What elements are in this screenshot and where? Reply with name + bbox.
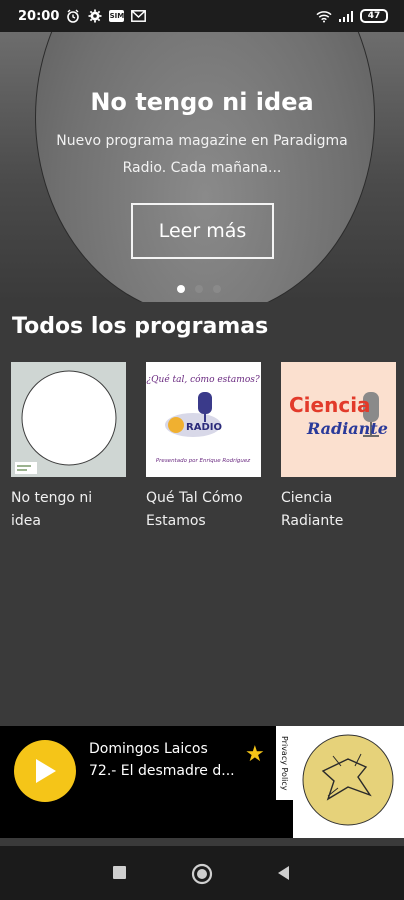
play-button[interactable] xyxy=(14,740,76,802)
hero-description: Nuevo programa magazine en Paradigma Rad… xyxy=(56,133,348,176)
status-right: 47 xyxy=(316,9,388,23)
hero-banner[interactable]: No tengo ni idea Nuevo programa magazine… xyxy=(0,32,404,302)
email-icon xyxy=(130,9,146,23)
battery-icon: 47 xyxy=(360,9,388,23)
star-icon[interactable]: ★ xyxy=(245,742,265,767)
status-bar: 20:00 SIM 47 xyxy=(0,0,404,32)
thumb-script-text: ¿Qué tal, cómo estamos? xyxy=(146,374,260,385)
carousel-dot-2[interactable] xyxy=(195,285,203,293)
program-thumbnail[interactable] xyxy=(11,362,126,477)
thumb-logo-text: RADIO xyxy=(186,422,222,433)
circle-icon[interactable] xyxy=(191,863,213,889)
square-icon[interactable] xyxy=(112,865,127,884)
back-icon[interactable] xyxy=(276,865,290,885)
settings-icon xyxy=(87,9,103,23)
section-title: Todos los programas xyxy=(12,314,269,339)
hero-title: No tengo ni idea xyxy=(90,88,314,116)
program-card-ciencia-radiante[interactable]: Ciencia Radiante Ciencia Radiante xyxy=(281,362,396,533)
program-label: No tengo ni idea xyxy=(11,490,93,529)
program-label: Ciencia Radiante xyxy=(281,490,344,529)
track-title: Domingos Laicos xyxy=(89,741,208,757)
carousel-dots xyxy=(177,285,221,293)
alarm-icon xyxy=(65,9,81,23)
mini-player[interactable]: Domingos Laicos 72.- El desmadre d... ★ … xyxy=(0,726,404,838)
read-more-button[interactable]: Leer más xyxy=(131,203,274,259)
status-time: 20:00 xyxy=(18,8,60,24)
carousel-dot-3[interactable] xyxy=(213,285,221,293)
player-artwork[interactable] xyxy=(293,726,404,838)
status-left: 20:00 SIM xyxy=(18,9,146,24)
sim-box-icon: SIM xyxy=(109,10,125,22)
program-thumbnail[interactable]: ¿Qué tal, cómo estamos? RADIO Presentado… xyxy=(146,362,261,477)
wifi-icon xyxy=(316,9,332,23)
thumb-caption-text: Presentado por Enrique Rodríguez xyxy=(156,457,250,464)
system-nav-bar xyxy=(0,846,404,900)
privacy-policy-link[interactable]: Privacy Policy xyxy=(276,726,293,800)
program-thumbnail[interactable]: Ciencia Radiante xyxy=(281,362,396,477)
thumb-word1: Ciencia xyxy=(289,393,371,417)
program-card-no-tengo-ni-idea[interactable]: No tengo ni idea xyxy=(11,362,126,533)
signal-icon xyxy=(338,9,354,23)
program-card-que-tal-como-estamos[interactable]: ¿Qué tal, cómo estamos? RADIO Presentado… xyxy=(146,362,261,533)
carousel-dot-1[interactable] xyxy=(177,285,185,293)
play-icon xyxy=(36,759,56,783)
thumb-word2: Radiante xyxy=(306,419,388,438)
track-subtitle: 72.- El desmadre d... xyxy=(89,763,235,779)
program-label: Qué Tal Cómo Estamos xyxy=(146,490,243,529)
